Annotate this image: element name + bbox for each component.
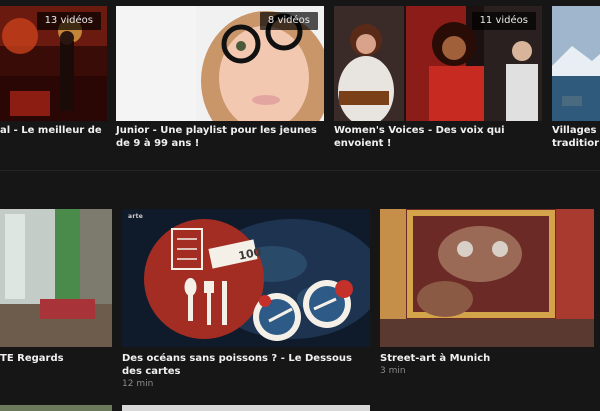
video-row: TE Regards 100 arte Des océans sans pois… (0, 171, 600, 411)
video-count-badge: 13 vidéos (36, 12, 101, 30)
video-title[interactable]: Des océans sans poissons ? - Le Dessous … (122, 352, 362, 378)
video-thumbnail[interactable] (0, 209, 112, 347)
video-count-badge: 8 vidéos (259, 12, 318, 30)
video-thumbnail[interactable] (0, 405, 112, 411)
street-art-image (380, 209, 594, 347)
video-title[interactable]: TE Regards (0, 352, 110, 365)
video-card[interactable]: 100 arte Des océans sans poissons ? - Le… (122, 171, 370, 391)
playlist-title[interactable]: al - Le meilleur de la (0, 124, 104, 137)
playlist-title[interactable]: Villages traditior (552, 124, 600, 150)
playlist-thumbnail[interactable] (552, 6, 600, 121)
video-duration: 3 min (380, 366, 406, 376)
playlist-thumbnail[interactable]: 13 vidéos (0, 6, 107, 121)
playlist-title[interactable]: Junior - Une playlist pour les jeunes de… (116, 124, 324, 150)
playlist-thumbnail[interactable]: 8 vidéos (116, 6, 324, 121)
playlist-thumbnail[interactable]: 11 vidéos (334, 6, 542, 121)
video-thumbnail[interactable] (380, 209, 594, 347)
playlist-card[interactable]: 11 vidéos Women's Voices - Des voix qui … (334, 0, 542, 160)
playlist-card[interactable]: Villages traditior (552, 0, 600, 160)
arte-logo: arte (128, 213, 144, 220)
video-title[interactable]: Street-art à Munich (380, 352, 590, 365)
playlist-row: 13 vidéos al - Le meilleur de la 8 vidéo… (0, 0, 600, 170)
video-duration: 12 min (122, 379, 154, 389)
video-count-badge: 11 vidéos (471, 12, 536, 30)
video-card[interactable]: Street-art à Munich 3 min (380, 171, 594, 391)
playlist-card[interactable]: 13 vidéos al - Le meilleur de la (0, 0, 107, 160)
ocean-map-illustration: 100 (122, 209, 370, 347)
video-thumbnail[interactable]: 100 arte (122, 209, 370, 347)
village-lake-image (552, 6, 600, 121)
playlist-title[interactable]: Women's Voices - Des voix qui envoient ! (334, 124, 542, 150)
video-card[interactable]: TE Regards (0, 171, 112, 371)
room-image (0, 209, 112, 347)
playlist-card[interactable]: 8 vidéos Junior - Une playlist pour les … (116, 0, 324, 160)
video-thumbnail[interactable] (122, 405, 370, 411)
